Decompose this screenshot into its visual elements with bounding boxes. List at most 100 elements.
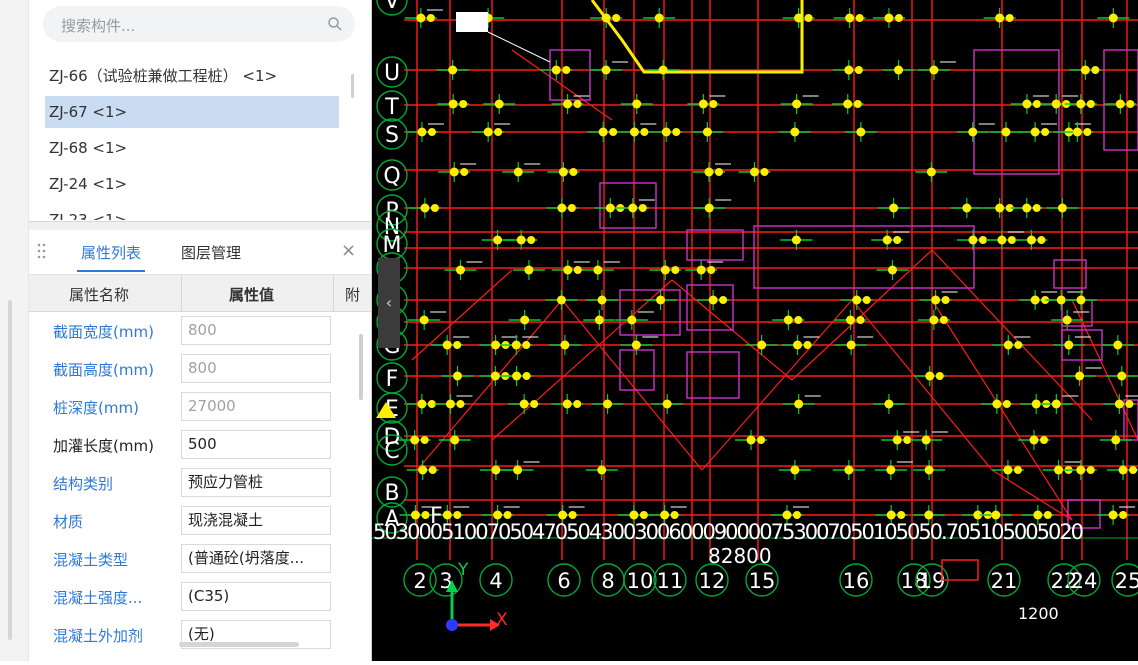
pile — [708, 295, 718, 305]
list-item-selected[interactable]: ZJ-67 <1> — [45, 96, 339, 128]
pile — [428, 466, 437, 474]
pile — [1126, 100, 1135, 108]
row-axis-label: B — [384, 481, 399, 506]
dimension-1200-label: 1200 — [1018, 604, 1059, 623]
note-box — [456, 12, 488, 32]
list-item[interactable]: ZJ-66（试验桩兼做工程桩） <1> — [49, 60, 277, 92]
table-row[interactable]: 混凝土类型 (普通砼(坍落度... — [29, 540, 371, 578]
pile — [494, 99, 504, 109]
cad-canvas[interactable]: VUTSQPNMLKHGFEDCBA2346810111215161819212… — [372, 0, 1138, 661]
drag-grip-icon[interactable] — [37, 242, 47, 262]
selected-pile-outline — [590, 0, 804, 74]
list-item[interactable]: ZJ-24 <1> — [49, 168, 127, 200]
pile — [661, 127, 671, 137]
tab-layer-manager[interactable]: 图层管理 — [181, 242, 241, 263]
pile — [941, 296, 950, 304]
pile — [420, 203, 430, 213]
pile — [978, 236, 987, 244]
pile — [522, 341, 531, 349]
pile — [843, 99, 853, 109]
panel-splitter[interactable] — [29, 221, 371, 230]
pile — [557, 203, 567, 213]
property-value-field[interactable]: 800 — [181, 354, 331, 383]
row-axis-label: S — [385, 123, 399, 148]
pile — [654, 13, 664, 23]
col-axis-label: 16 — [843, 569, 870, 593]
pile — [1032, 100, 1041, 108]
pile — [1005, 14, 1014, 22]
pile — [926, 167, 936, 177]
pile — [629, 127, 639, 137]
search-input[interactable]: 搜索构件... — [61, 15, 135, 36]
pile — [442, 340, 452, 350]
pile — [803, 341, 812, 349]
property-value-field[interactable]: 现浇混凝土 — [181, 506, 331, 535]
pile — [792, 99, 802, 109]
pile — [511, 340, 521, 350]
property-value-field[interactable]: 预应力管桩 — [181, 468, 331, 497]
table-row[interactable]: 结构类别 预应力管桩 — [29, 464, 371, 502]
cap-outline — [753, 225, 975, 289]
pile — [1076, 295, 1086, 305]
grid-line-diag — [701, 299, 853, 471]
pile — [418, 465, 428, 475]
pile — [853, 100, 862, 108]
property-value-field[interactable]: 27000 — [181, 392, 331, 421]
pile — [790, 127, 800, 137]
property-value-field[interactable]: 500 — [181, 430, 331, 459]
pile — [897, 511, 906, 519]
pile — [1075, 371, 1085, 381]
list-scrollbar[interactable] — [351, 74, 354, 98]
grid-line-diag — [791, 249, 933, 381]
table-row[interactable]: 截面宽度(mm) 800 — [29, 312, 371, 350]
left-scrollbar[interactable] — [8, 300, 12, 640]
pile — [445, 399, 455, 409]
pile — [884, 399, 894, 409]
component-panel: 搜索构件... ZJ-66（试验桩兼做工程桩） <1> ZJ-67 <1> ZJ… — [28, 0, 372, 661]
list-item[interactable]: ZJ-68 <1> — [49, 132, 127, 164]
col-axis-label: 4 — [489, 569, 502, 593]
table-row[interactable]: 混凝土强度... (C35) — [29, 578, 371, 616]
property-value-field[interactable]: (普通砼(坍落度... — [181, 544, 331, 573]
pile — [856, 127, 866, 137]
pile — [410, 435, 420, 445]
pile — [593, 265, 603, 275]
pile — [1064, 340, 1074, 350]
pile — [490, 371, 500, 381]
pile — [455, 265, 465, 275]
pile — [491, 465, 501, 475]
pile — [1037, 236, 1046, 244]
collapse-panel-button[interactable]: ‹ — [378, 258, 400, 348]
pile — [563, 265, 573, 275]
property-value-field[interactable]: 800 — [181, 316, 331, 345]
table-row[interactable]: 截面高度(mm) 800 — [29, 350, 371, 388]
table-h-scrollbar[interactable] — [179, 642, 299, 647]
table-row[interactable]: 桩深度(mm) 27000 — [29, 388, 371, 426]
property-value-field[interactable]: (C35) — [181, 582, 331, 611]
search-icon[interactable] — [327, 16, 343, 32]
pile — [887, 265, 897, 275]
pile — [597, 295, 607, 305]
pile — [794, 13, 804, 23]
pile — [991, 510, 1001, 520]
pile — [1118, 465, 1128, 475]
pile — [558, 510, 568, 520]
pile — [612, 14, 621, 22]
search-box[interactable]: 搜索构件... — [43, 6, 355, 42]
table-row[interactable]: 材质 现浇混凝土 — [29, 502, 371, 540]
table-row[interactable]: 混凝土外加剂 (无) — [29, 616, 371, 654]
pile — [924, 465, 934, 475]
table-scrollbar[interactable] — [359, 334, 363, 400]
pile — [1108, 510, 1118, 520]
row-axis-label: V — [384, 0, 399, 14]
pile — [598, 127, 608, 137]
list-item[interactable]: ZJ-23 <1> — [49, 204, 127, 220]
close-icon[interactable]: × — [341, 240, 356, 261]
pile — [527, 236, 536, 244]
pile — [1086, 100, 1095, 108]
pile — [992, 399, 1002, 409]
property-name: 桩深度(mm) — [53, 399, 139, 417]
table-row[interactable]: 加灌长度(mm) 500 — [29, 426, 371, 464]
tab-property-list[interactable]: 属性列表 — [76, 242, 146, 272]
pile — [719, 296, 728, 304]
